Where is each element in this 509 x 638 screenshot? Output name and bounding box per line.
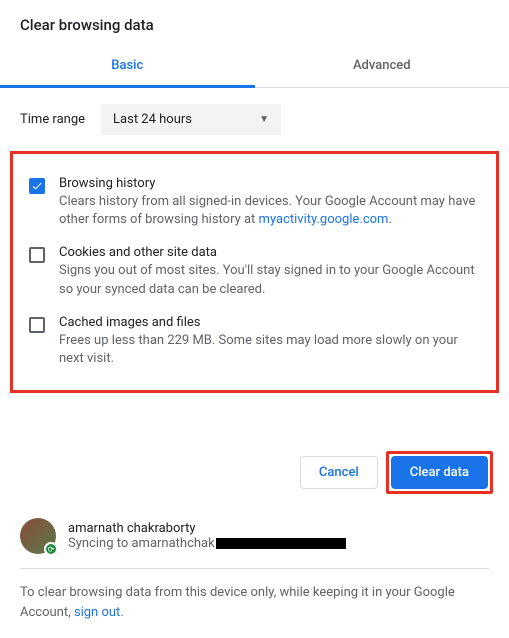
sync-badge-icon: ⟳ <box>44 542 58 556</box>
option-desc: Signs you out of most sites. You'll stay… <box>59 262 480 298</box>
account-row: ⟳ amarnath chakraborty Syncing to amarna… <box>0 510 509 568</box>
options-highlight-box: Browsing history Clears history from all… <box>10 151 499 393</box>
option-title: Browsing history <box>59 176 480 191</box>
footer-note: To clear browsing data from this device … <box>0 569 509 638</box>
option-cookies: Cookies and other site data Signs you ou… <box>25 237 484 306</box>
option-title: Cached images and files <box>59 315 480 330</box>
myactivity-link[interactable]: myactivity.google.com <box>259 212 389 227</box>
account-sync-status: Syncing to amarnathchak <box>68 536 346 551</box>
account-name: amarnath chakraborty <box>68 521 346 536</box>
sign-out-link[interactable]: sign out <box>74 605 120 620</box>
redacted-email <box>216 538 346 549</box>
option-title: Cookies and other site data <box>59 245 480 260</box>
dialog-title: Clear browsing data <box>0 0 509 46</box>
caret-down-icon: ▼ <box>259 114 269 125</box>
avatar: ⟳ <box>20 518 56 554</box>
tab-basic[interactable]: Basic <box>0 46 255 88</box>
clear-button-highlight: Clear data <box>386 451 493 494</box>
cancel-button[interactable]: Cancel <box>300 456 378 489</box>
option-cache: Cached images and files Frees up less th… <box>25 307 484 376</box>
option-desc: Frees up less than 229 MB. Some sites ma… <box>59 332 480 368</box>
option-browsing-history: Browsing history Clears history from all… <box>25 168 484 237</box>
checkbox-cookies[interactable] <box>29 247 45 263</box>
tabs: Basic Advanced <box>0 46 509 88</box>
option-desc: Clears history from all signed-in device… <box>59 193 480 229</box>
clear-data-button[interactable]: Clear data <box>391 456 488 489</box>
tab-advanced[interactable]: Advanced <box>255 46 509 87</box>
checkbox-cache[interactable] <box>29 317 45 333</box>
time-range-label: Time range <box>20 112 85 127</box>
checkbox-browsing-history[interactable] <box>29 178 45 194</box>
time-range-select[interactable]: Last 24 hours ▼ <box>101 104 281 135</box>
time-range-value: Last 24 hours <box>113 112 192 127</box>
